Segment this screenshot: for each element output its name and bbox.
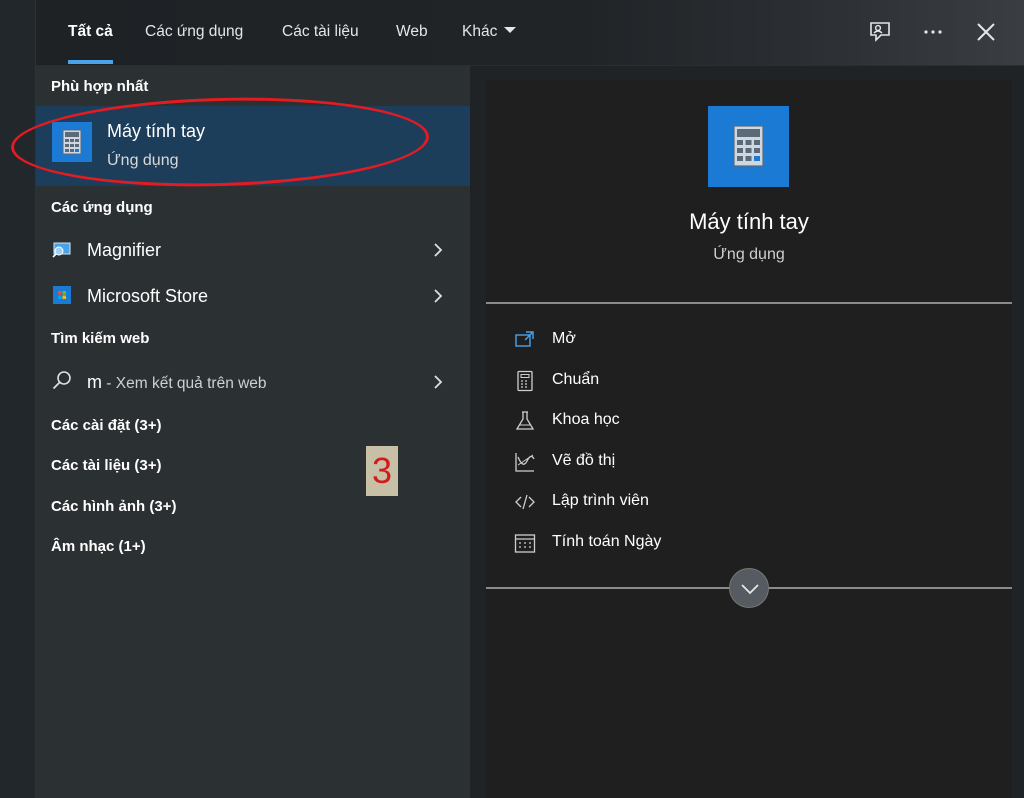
preview-panel: Máy tính tay Ứng dụng Mở Chuẩn Khoa học … bbox=[486, 80, 1012, 798]
preview-subtitle: Ứng dụng bbox=[713, 246, 785, 263]
category-music[interactable]: Âm nhạc (1+) bbox=[51, 538, 146, 555]
web-search-header: Tìm kiếm web bbox=[51, 330, 150, 347]
chevron-down-icon bbox=[504, 26, 517, 33]
category-settings[interactable]: Các cài đặt (3+) bbox=[51, 417, 161, 434]
action-programmer[interactable]: Lập trình viên bbox=[514, 488, 974, 516]
tab-all[interactable]: Tất cả bbox=[68, 0, 113, 66]
action-date-calculation[interactable]: Tính toán Ngày bbox=[514, 529, 974, 557]
web-result-text: m - Xem kết quả trên web bbox=[87, 372, 267, 393]
preview-title: Máy tính tay bbox=[689, 209, 809, 234]
action-date-label: Tính toán Ngày bbox=[552, 533, 662, 550]
best-match-header: Phù hợp nhất bbox=[51, 78, 149, 95]
app-label-store: Microsoft Store bbox=[87, 286, 209, 306]
action-scientific-label: Khoa học bbox=[552, 411, 620, 428]
action-scientific[interactable]: Khoa học bbox=[514, 407, 974, 435]
search-tab-bar: Tất cả Các ứng dụng Các tài liệu Web Khá… bbox=[36, 0, 1024, 66]
web-result-suffix: - Xem kết quả trên web bbox=[102, 375, 267, 392]
action-open[interactable]: Mở bbox=[514, 326, 974, 354]
divider bbox=[486, 302, 1012, 304]
close-icon[interactable] bbox=[972, 18, 1000, 46]
tab-all-label: Tất cả bbox=[68, 23, 113, 40]
tab-apps-label: Các ứng dụng bbox=[145, 23, 244, 40]
search-icon bbox=[52, 371, 71, 390]
chevron-right-icon[interactable] bbox=[432, 241, 444, 259]
tab-web-label: Web bbox=[396, 23, 428, 40]
action-programmer-label: Lập trình viên bbox=[552, 492, 649, 509]
best-match-subtitle: Ứng dụng bbox=[107, 152, 179, 169]
app-result-store[interactable]: Microsoft Store bbox=[36, 275, 470, 317]
web-query: m bbox=[87, 372, 102, 392]
store-icon bbox=[53, 286, 71, 304]
tab-apps[interactable]: Các ứng dụng bbox=[145, 0, 243, 66]
apps-header: Các ứng dụng bbox=[51, 199, 153, 216]
feedback-icon[interactable] bbox=[866, 18, 894, 46]
calculator-icon bbox=[52, 122, 92, 162]
tab-more-label: Khác bbox=[462, 23, 498, 40]
step-number-badge: 3 bbox=[366, 446, 398, 496]
expand-button[interactable] bbox=[729, 568, 769, 608]
best-match-result[interactable]: Máy tính tay Ứng dụng bbox=[36, 106, 470, 186]
category-documents[interactable]: Các tài liệu (3+) bbox=[51, 457, 161, 474]
graph-icon bbox=[515, 453, 535, 472]
action-graphing-label: Vẽ đồ thị bbox=[552, 452, 616, 469]
flask-icon bbox=[515, 411, 535, 430]
category-images[interactable]: Các hình ảnh (3+) bbox=[51, 498, 176, 515]
chevron-right-icon[interactable] bbox=[432, 373, 444, 391]
magnifier-icon bbox=[52, 242, 71, 258]
taskbar-edge bbox=[0, 0, 36, 798]
tab-active-underline bbox=[68, 60, 113, 64]
app-result-magnifier[interactable]: Magnifier bbox=[36, 229, 470, 271]
calendar-icon bbox=[514, 534, 536, 553]
best-match-title: Máy tính tay bbox=[107, 121, 206, 141]
action-graphing[interactable]: Vẽ đồ thị bbox=[514, 448, 974, 476]
tab-more[interactable]: Khác bbox=[462, 0, 517, 66]
web-search-result[interactable]: m - Xem kết quả trên web bbox=[36, 361, 470, 403]
more-icon[interactable] bbox=[919, 18, 947, 46]
action-open-label: Mở bbox=[552, 330, 576, 347]
tab-web[interactable]: Web bbox=[396, 0, 428, 66]
standard-calculator-icon bbox=[517, 370, 533, 392]
results-panel: Phù hợp nhất Máy tính tay Ứng dụng Các ứ… bbox=[9, 66, 470, 798]
app-label-magnifier: Magnifier bbox=[87, 240, 162, 260]
calculator-icon bbox=[708, 106, 789, 187]
tab-documents[interactable]: Các tài liệu bbox=[282, 0, 359, 66]
chevron-right-icon[interactable] bbox=[432, 287, 444, 305]
tab-documents-label: Các tài liệu bbox=[282, 23, 359, 40]
action-standard[interactable]: Chuẩn bbox=[514, 367, 974, 395]
open-icon bbox=[515, 331, 534, 347]
action-standard-label: Chuẩn bbox=[552, 371, 600, 388]
code-icon bbox=[515, 494, 535, 510]
chevron-down-icon bbox=[741, 584, 759, 595]
